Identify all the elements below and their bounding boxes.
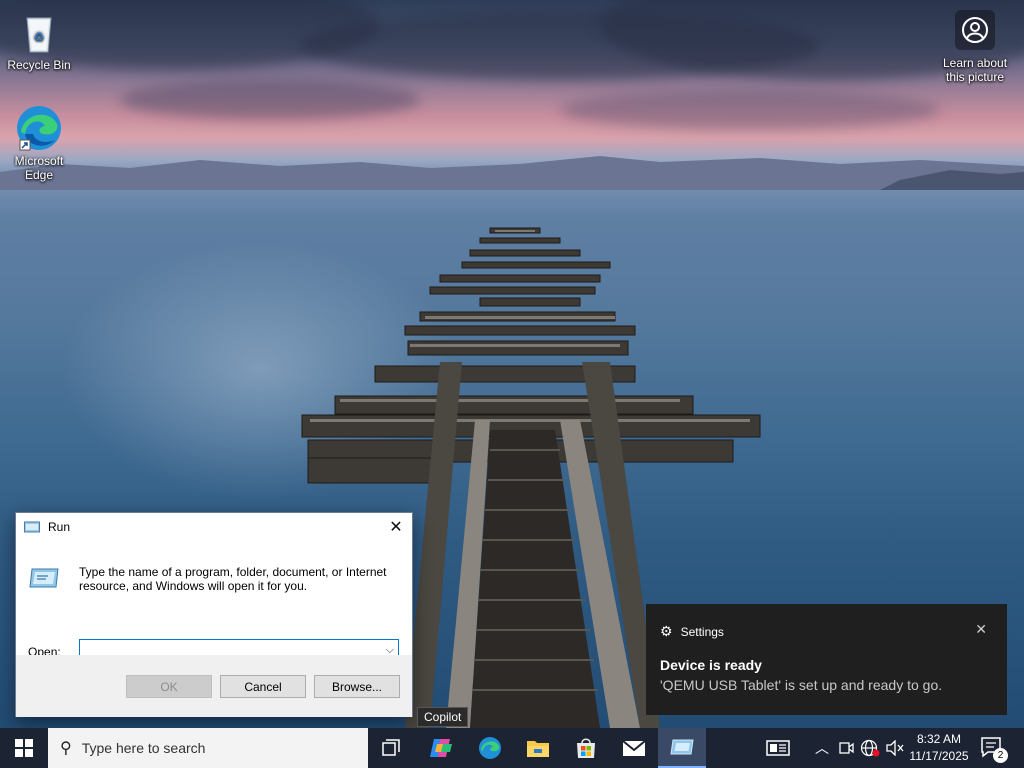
clock-date: 11/17/2025 (909, 749, 969, 763)
meet-now-tray-button[interactable] (836, 728, 856, 768)
store-icon (577, 738, 595, 758)
toast-app-name: Settings (680, 624, 724, 639)
toast-body: 'QEMU USB Tablet' is set up and ready to… (660, 677, 943, 693)
run-taskbar-button[interactable] (658, 728, 706, 768)
run-program-icon (29, 568, 59, 588)
copilot-button[interactable] (417, 728, 465, 768)
desktop-icon-recycle-bin[interactable]: ♻ Recycle Bin (1, 8, 77, 72)
folder-icon (527, 741, 549, 757)
edge-icon (15, 104, 63, 152)
camera-info-icon (955, 10, 995, 50)
desktop-icon-label: Learn about this picture (942, 56, 1008, 84)
start-button[interactable] (0, 728, 48, 768)
news-icon (766, 740, 790, 756)
task-view-icon (382, 739, 400, 756)
close-icon[interactable]: ✕ (975, 621, 987, 638)
camera-icon (839, 742, 854, 754)
notification-toast[interactable]: ⚙ Settings ✕ Device is ready 'QEMU USB T… (646, 604, 1007, 715)
toast-title: Device is ready (660, 657, 762, 673)
run-program-icon (670, 739, 694, 755)
notification-center-button[interactable]: 2 (980, 736, 1008, 763)
run-app-icon (24, 521, 40, 533)
globe-icon (860, 739, 880, 757)
mail-icon (622, 740, 646, 756)
run-button-bar: OK Cancel Browse... (16, 655, 412, 717)
copilot-tooltip: Copilot (417, 707, 469, 727)
run-dialog: Run ✕ Type the name of a program, folder… (15, 512, 413, 717)
copilot-icon (430, 739, 452, 757)
show-hidden-icons-button[interactable]: ︿ (812, 728, 832, 768)
speaker-muted-icon (886, 740, 904, 756)
cancel-button[interactable]: Cancel (220, 675, 306, 698)
windows-logo-icon (15, 739, 33, 757)
ok-button[interactable]: OK (126, 675, 212, 698)
taskbar: ⚲ Type here to search ︿ 8:32 AM 11/17/20… (0, 728, 1024, 768)
search-placeholder: Type here to search (81, 740, 206, 756)
desktop-icon-microsoft-edge[interactable]: Microsoft Edge (1, 104, 77, 182)
notification-count-badge: 2 (993, 748, 1008, 763)
desktop-icon-label: Recycle Bin (7, 58, 71, 72)
toast-header: ⚙ Settings (660, 623, 724, 640)
mail-button[interactable] (610, 728, 658, 768)
taskbar-edge-button[interactable] (466, 728, 514, 768)
run-body: Type the name of a program, folder, docu… (16, 541, 412, 662)
taskbar-search-box[interactable]: ⚲ Type here to search (48, 728, 368, 768)
run-title: Run (48, 520, 71, 534)
desktop-icon-label: Microsoft Edge (14, 154, 64, 182)
microsoft-store-button[interactable] (562, 728, 610, 768)
taskbar-clock[interactable]: 8:32 AM 11/17/2025 (906, 731, 972, 765)
edge-icon (479, 737, 501, 759)
svg-text:♻: ♻ (34, 30, 45, 44)
volume-tray-button[interactable] (884, 728, 906, 768)
task-view-button[interactable] (368, 728, 416, 768)
clock-time: 8:32 AM (916, 732, 962, 746)
search-icon: ⚲ (60, 740, 72, 757)
recycle-bin-icon: ♻ (15, 8, 63, 56)
desktop-icon-learn-about-picture[interactable]: Learn about this picture (937, 10, 1013, 84)
file-explorer-button[interactable] (514, 728, 562, 768)
run-title-bar[interactable]: Run (16, 513, 412, 541)
chevron-up-icon: ︿ (815, 740, 829, 756)
gear-icon: ⚙ (660, 623, 673, 639)
run-description: Type the name of a program, folder, docu… (79, 565, 387, 593)
news-widget-button[interactable] (760, 728, 796, 768)
network-tray-button[interactable] (858, 728, 882, 768)
browse-button[interactable]: Browse... (314, 675, 400, 698)
close-icon[interactable]: ✕ (386, 517, 406, 537)
